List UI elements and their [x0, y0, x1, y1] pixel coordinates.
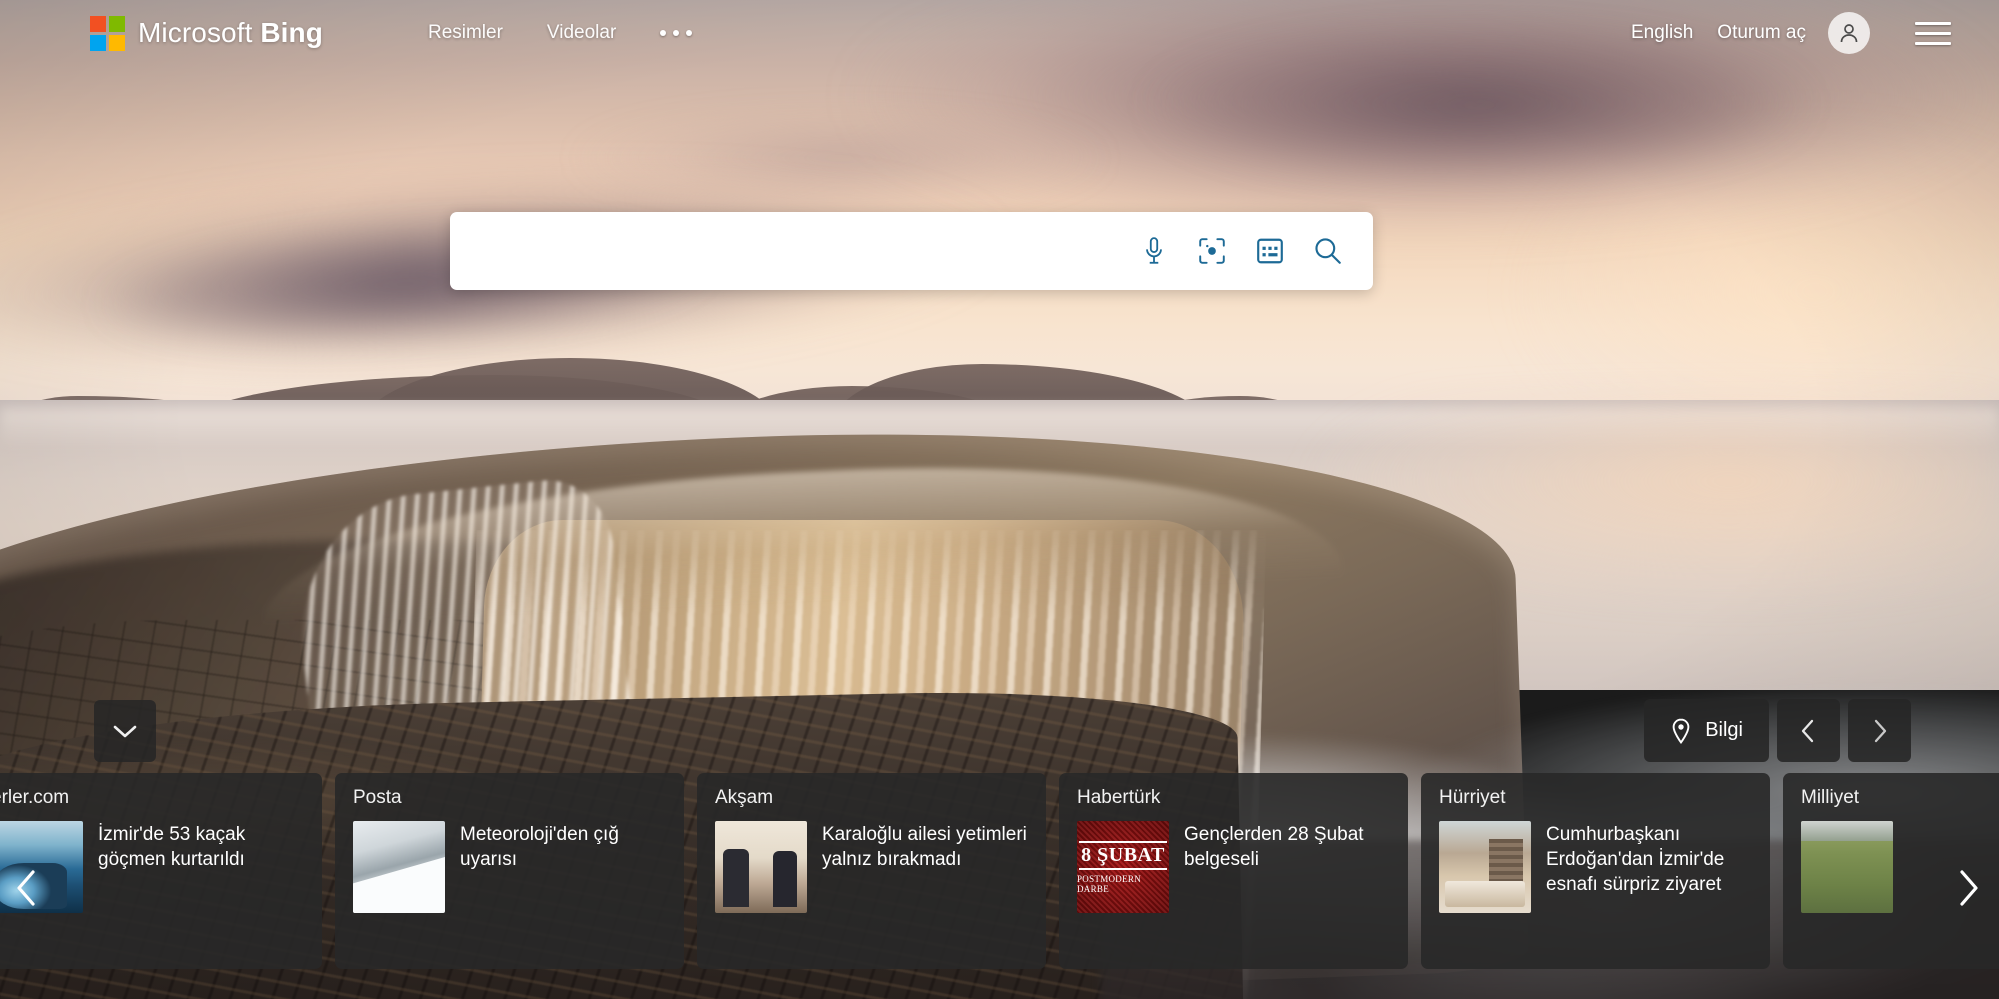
dot-1: [660, 30, 667, 36]
hamburger-line-3: [1915, 41, 1951, 45]
chevron-left-icon: [1801, 719, 1814, 742]
news-body: Cumhurbaşkanı Erdoğan'dan İzmir'de esnaf…: [1439, 821, 1752, 913]
news-title: Karaloğlu ailesi yetimleri yalnız bırakm…: [822, 824, 1027, 871]
brand-bing: Bing: [260, 17, 323, 48]
microphone-icon: [1146, 237, 1162, 264]
person-icon: [1840, 24, 1858, 43]
signin-link[interactable]: Oturum aç: [1705, 16, 1818, 50]
bing-logo-link[interactable]: Microsoft Bing: [90, 15, 323, 51]
previous-image-button[interactable]: [1777, 699, 1840, 762]
poster-headline: 8 ŞUBAT: [1079, 840, 1167, 870]
visual-search-button[interactable]: [1187, 226, 1237, 276]
news-card[interactable]: Akşam Karaloğlu ailesi yetimleri yalnız …: [697, 773, 1046, 969]
news-source: Posta: [353, 787, 402, 808]
news-thumbnail-snow: [353, 821, 445, 913]
news-source: Akşam: [715, 787, 774, 808]
chevron-down-icon: [113, 725, 137, 738]
primary-nav: Resimler Videolar: [406, 16, 714, 50]
image-info-label: Bilgi: [1705, 719, 1743, 741]
news-title: Cumhurbaşkanı Erdoğan'dan İzmir'de esnaf…: [1546, 824, 1725, 896]
visual-search-icon: [1199, 238, 1225, 264]
news-body: Meteoroloji'den çığ uyarısı: [353, 821, 666, 913]
avatar[interactable]: [1828, 12, 1870, 54]
news-title: İzmir'de 53 kaçak göçmen kurtarıldı: [98, 824, 246, 871]
thumb-poster-text: 8 ŞUBAT POSTMODERN DARBE: [1077, 821, 1169, 913]
chevron-left-icon: [17, 870, 35, 906]
language-link[interactable]: English: [1619, 16, 1705, 50]
next-image-button[interactable]: [1848, 699, 1911, 762]
news-card[interactable]: Posta Meteoroloji'den çığ uyarısı: [335, 773, 684, 969]
news-carousel: erler.com İzmir'de 53 kaçak göçmen kurta…: [0, 773, 1999, 999]
dot-2: [673, 30, 680, 36]
search-icon: [1315, 238, 1341, 264]
news-thumbnail-shop: [1439, 821, 1531, 913]
news-source: Hürriyet: [1439, 787, 1506, 808]
news-body: Karaloğlu ailesi yetimleri yalnız bırakm…: [715, 821, 1028, 913]
logo-square-bottom-right: [109, 34, 125, 51]
nav-more-menu-icon[interactable]: [638, 20, 714, 46]
brand-title: Microsoft Bing: [138, 17, 323, 49]
hamburger-line-1: [1915, 21, 1951, 25]
news-card[interactable]: Hürriyet Cumhurbaşkanı Erdoğan'dan İzmir…: [1421, 773, 1770, 969]
news-source: Habertürk: [1077, 787, 1161, 808]
news-thumbnail-field: [1801, 821, 1893, 913]
collapse-news-button[interactable]: [94, 700, 156, 762]
news-card-track: erler.com İzmir'de 53 kaçak göçmen kurta…: [0, 773, 1999, 969]
microphone-button[interactable]: [1129, 226, 1179, 276]
hamburger-line-2: [1915, 31, 1951, 35]
microsoft-logo-icon: [90, 15, 125, 51]
news-card[interactable]: Habertürk 8 ŞUBAT POSTMODERN DARBE Gençl…: [1059, 773, 1408, 969]
nav-item-resimler[interactable]: Resimler: [406, 16, 525, 50]
dot-3: [686, 30, 693, 36]
image-info-controls: Bilgi: [1644, 699, 1911, 762]
chevron-right-icon: [1874, 719, 1887, 742]
chevron-right-icon: [1960, 870, 1978, 906]
news-title: Gençlerden 28 Şubat belgeseli: [1184, 824, 1364, 871]
nav-item-videolar[interactable]: Videolar: [525, 16, 638, 50]
logo-square-bottom-left: [90, 34, 106, 51]
search-actions: [1129, 226, 1373, 276]
brand-microsoft: Microsoft: [138, 17, 261, 48]
news-thumbnail-room: [715, 821, 807, 913]
news-title: Meteoroloji'den çığ uyarısı: [460, 824, 619, 871]
news-next-button[interactable]: [1945, 865, 1991, 911]
keyboard-button[interactable]: [1245, 226, 1295, 276]
hamburger-icon[interactable]: [1915, 13, 1955, 53]
news-thumbnail-subat: 8 ŞUBAT POSTMODERN DARBE: [1077, 821, 1169, 913]
news-body: 8 ŞUBAT POSTMODERN DARBE Gençlerden 28 Ş…: [1077, 821, 1390, 913]
poster-subline: POSTMODERN DARBE: [1077, 873, 1142, 894]
search-box[interactable]: [450, 212, 1373, 290]
search-submit-button[interactable]: [1303, 226, 1353, 276]
page-header: Microsoft Bing Resimler Videolar English…: [0, 0, 1999, 66]
keyboard-icon: [1257, 238, 1283, 264]
location-pin-icon: [1672, 718, 1690, 744]
news-prev-button[interactable]: [4, 865, 50, 911]
logo-square-top-right: [109, 15, 125, 32]
image-info-button[interactable]: Bilgi: [1644, 699, 1769, 762]
news-source: erler.com: [0, 787, 70, 808]
header-right-group: English Oturum aç: [1619, 12, 1955, 54]
news-source: Milliyet: [1801, 787, 1860, 808]
search-input[interactable]: [450, 239, 1129, 263]
logo-square-top-left: [90, 15, 106, 32]
